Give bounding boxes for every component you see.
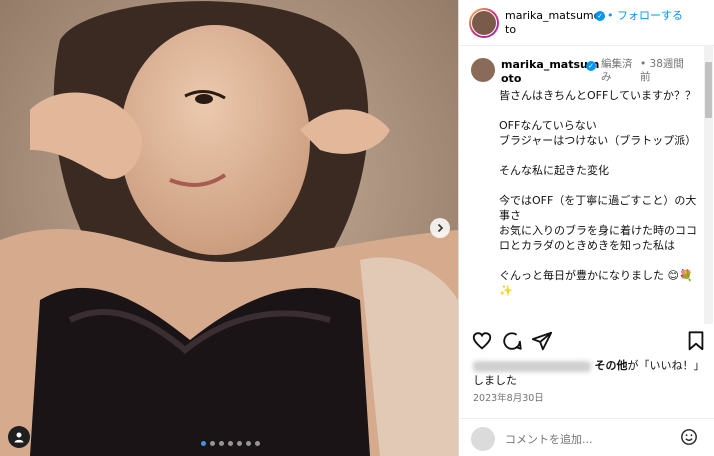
carousel-dot: [228, 441, 233, 446]
edited-label: 編集済 み: [601, 58, 633, 84]
edited-label-line2: み: [601, 71, 612, 83]
caption-username[interactable]: marika_matsum oto: [501, 58, 599, 86]
follow-button[interactable]: • フォローする: [607, 9, 683, 23]
emoji-icon[interactable]: [680, 428, 698, 446]
header-avatar[interactable]: [469, 8, 499, 38]
carousel-dot: [246, 441, 251, 446]
verified-badge-icon: ✓: [595, 11, 605, 21]
comment-input[interactable]: コメントを追加...: [505, 431, 593, 447]
caption-scrollbar[interactable]: [704, 46, 713, 324]
comment-icon[interactable]: [501, 330, 523, 352]
caption-verified-badge-icon: ✓: [586, 61, 596, 71]
carousel-next-button[interactable]: [430, 218, 450, 238]
share-send-icon[interactable]: [531, 330, 553, 352]
carousel-dot: [255, 441, 260, 446]
tagged-users-button[interactable]: [8, 426, 30, 448]
comment-bar: コメントを追加...: [459, 418, 714, 456]
liker-name-blurred: [473, 360, 591, 372]
caption-username-line2: oto: [501, 72, 522, 85]
post-modal: marika_matsumo to ✓ • フォローする marika_mats…: [0, 0, 714, 456]
edited-label-line1: 編集済: [601, 58, 633, 70]
post-header: marika_matsumo to ✓ • フォローする: [459, 0, 714, 46]
likes-summary: その他が「いいね！」しました: [473, 358, 703, 388]
caption-text: 皆さんはきちんとOFFしていますか？？ OFFなんていらない ブラジャーはつけな…: [499, 89, 697, 297]
caption-avatar[interactable]: [471, 58, 495, 82]
post-sidebar: marika_matsumo to ✓ • フォローする marika_mats…: [458, 0, 714, 456]
post-photo[interactable]: [0, 0, 458, 456]
header-username-line1: marika_matsumo: [505, 9, 601, 22]
caption-area: marika_matsum oto ✓ 編集済 み • 38週間 前 皆さんはき…: [459, 46, 714, 326]
post-date[interactable]: 2023年8月30日: [473, 390, 544, 404]
scrollbar-thumb[interactable]: [705, 62, 712, 118]
carousel-dot: [237, 441, 242, 446]
header-username[interactable]: marika_matsumo to: [505, 9, 600, 37]
commenter-avatar: [471, 427, 495, 451]
bookmark-icon[interactable]: [685, 330, 707, 352]
user-icon: [14, 432, 24, 443]
header-username-line2: to: [505, 23, 517, 36]
post-age-line2: 前: [640, 71, 651, 83]
chevron-right-icon: [437, 223, 444, 233]
carousel-dot: [219, 441, 224, 446]
post-age-line1: • 38週間: [640, 58, 684, 70]
carousel-indicator: [201, 441, 260, 446]
action-bar: [459, 330, 714, 358]
post-age[interactable]: • 38週間 前: [640, 58, 684, 84]
carousel-dot: [201, 441, 206, 446]
others-link[interactable]: その他: [595, 359, 628, 372]
caption-username-line1: marika_matsum: [501, 58, 600, 71]
carousel-dot: [210, 441, 215, 446]
like-heart-icon[interactable]: [471, 330, 493, 352]
photo-illustration: [0, 0, 458, 456]
